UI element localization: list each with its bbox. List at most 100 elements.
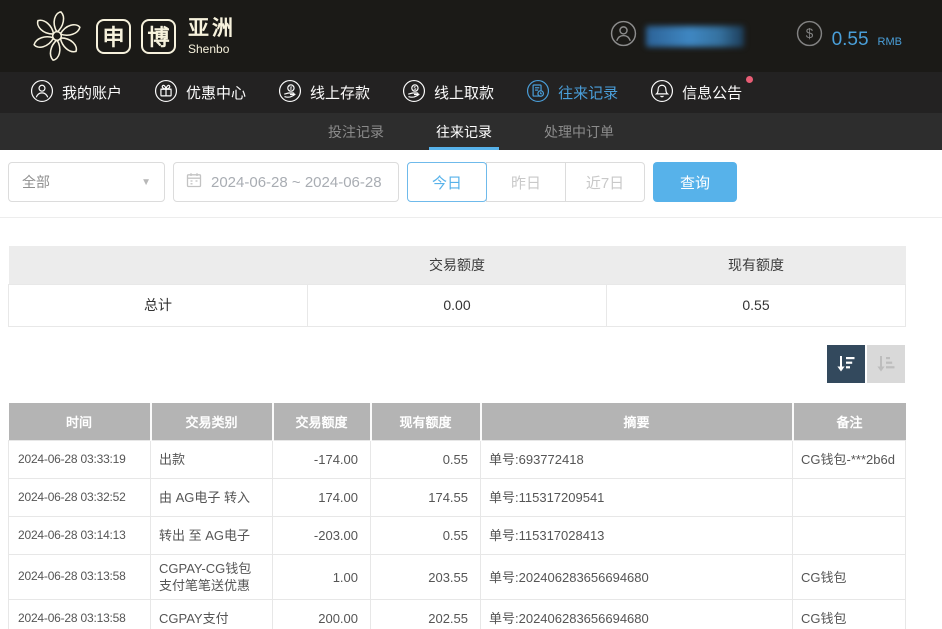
table-row: 2024-06-28 03:13:58 CGPAY支付 200.00 202.5… bbox=[9, 600, 906, 629]
summary-col-trade: 交易额度 bbox=[308, 246, 607, 284]
type-select-value: 全部 bbox=[22, 172, 50, 192]
gift-icon bbox=[154, 79, 178, 107]
cell-type: 转出 至 AG电子 bbox=[151, 517, 273, 555]
nav-label: 信息公告 bbox=[682, 82, 742, 103]
search-button[interactable]: 查询 bbox=[653, 162, 737, 202]
nav-label: 线上取款 bbox=[434, 82, 494, 103]
quick-range-group: 今日 昨日 近7日 bbox=[407, 162, 645, 202]
col-amount[interactable]: 交易额度 bbox=[273, 403, 371, 441]
col-remark[interactable]: 备注 bbox=[793, 403, 906, 441]
nav-label: 往来记录 bbox=[558, 82, 618, 103]
nav-item-promotions[interactable]: 优惠中心 bbox=[154, 79, 246, 107]
nav-item-transaction-records[interactable]: 往来记录 bbox=[526, 79, 618, 107]
brand-char-2: 博 bbox=[141, 19, 176, 54]
summary-col-balance: 现有额度 bbox=[607, 246, 906, 284]
nav-item-my-account[interactable]: 我的账户 bbox=[30, 79, 122, 107]
svg-text:$: $ bbox=[414, 85, 417, 91]
notification-badge-dot bbox=[746, 76, 753, 83]
brand-region: 亚洲 bbox=[188, 18, 236, 39]
cell-amount: -174.00 bbox=[273, 441, 371, 479]
cell-balance: 0.55 bbox=[371, 441, 481, 479]
col-balance[interactable]: 现有额度 bbox=[371, 403, 481, 441]
chevron-down-icon: ▼ bbox=[141, 177, 151, 188]
nav-label: 我的账户 bbox=[62, 82, 122, 103]
records-table: 时间 交易类别 交易额度 现有额度 摘要 备注 2024-06-28 03:33… bbox=[8, 403, 906, 629]
brand-latin: Shenbo bbox=[188, 43, 236, 55]
cell-balance: 0.55 bbox=[371, 517, 481, 555]
svg-text:¥: ¥ bbox=[290, 85, 293, 91]
balance-display[interactable]: $ 0.55 RMB bbox=[796, 20, 902, 52]
cell-type: CGPAY-CG钱包支付笔笔送优惠 bbox=[151, 555, 273, 600]
username-redacted bbox=[646, 26, 744, 47]
today-button[interactable]: 今日 bbox=[407, 162, 487, 202]
summary-header-row: 交易额度 现有额度 bbox=[9, 246, 906, 284]
account-person-icon bbox=[30, 79, 54, 107]
summary-total-row: 总计 0.00 0.55 bbox=[9, 284, 906, 326]
table-row: 2024-06-28 03:32:52 由 AG电子 转入 174.00 174… bbox=[9, 479, 906, 517]
sort-descending-button[interactable] bbox=[827, 345, 865, 383]
subtab-bar: 投注记录 往来记录 处理中订单 bbox=[0, 113, 942, 150]
sort-ascending-button[interactable] bbox=[867, 345, 905, 383]
user-avatar-icon bbox=[610, 20, 637, 52]
brand-logo[interactable]: 申 博 亚洲 Shenbo bbox=[28, 7, 236, 65]
cell-time: 2024-06-28 03:32:52 bbox=[9, 479, 151, 517]
cell-time: 2024-06-28 03:13:58 bbox=[9, 600, 151, 629]
summary-trade-value: 0.00 bbox=[308, 284, 607, 326]
cell-summary: 单号:115317209541 bbox=[481, 479, 793, 517]
nav-label: 线上存款 bbox=[310, 82, 370, 103]
table-row: 2024-06-28 03:33:19 出款 -174.00 0.55 单号:6… bbox=[9, 441, 906, 479]
cell-amount: 174.00 bbox=[273, 479, 371, 517]
date-range-input[interactable]: 2024-06-28 ~ 2024-06-28 bbox=[173, 162, 399, 202]
cell-summary: 单号:202406283656694680 bbox=[481, 600, 793, 629]
cell-remark bbox=[793, 479, 906, 517]
bell-icon bbox=[650, 79, 674, 107]
cell-summary: 单号:202406283656694680 bbox=[481, 555, 793, 600]
cell-time: 2024-06-28 03:33:19 bbox=[9, 441, 151, 479]
col-summary[interactable]: 摘要 bbox=[481, 403, 793, 441]
summary-balance-value: 0.55 bbox=[607, 284, 906, 326]
records-clipboard-icon bbox=[526, 79, 550, 107]
withdraw-hand-coin-icon: $ bbox=[402, 79, 426, 107]
nav-label: 优惠中心 bbox=[186, 82, 246, 103]
cell-summary: 单号:115317028413 bbox=[481, 517, 793, 555]
user-account-chip[interactable] bbox=[610, 20, 744, 52]
cell-summary: 单号:693772418 bbox=[481, 441, 793, 479]
summary-total-label: 总计 bbox=[9, 284, 308, 326]
nav-item-withdraw[interactable]: $ 线上取款 bbox=[402, 79, 494, 107]
brand-char-1: 申 bbox=[96, 19, 131, 54]
yesterday-button[interactable]: 昨日 bbox=[486, 162, 566, 202]
main-nav: 我的账户 优惠中心 ¥ 线上存款 bbox=[0, 72, 942, 113]
cell-amount: 200.00 bbox=[273, 600, 371, 629]
type-select[interactable]: 全部 ▼ bbox=[8, 162, 165, 202]
summary-table: 交易额度 现有额度 总计 0.00 0.55 bbox=[8, 246, 906, 327]
table-row: 2024-06-28 03:13:58 CGPAY-CG钱包支付笔笔送优惠 1.… bbox=[9, 555, 906, 600]
cell-time: 2024-06-28 03:14:13 bbox=[9, 517, 151, 555]
cell-remark: CG钱包 bbox=[793, 555, 906, 600]
records-header-row: 时间 交易类别 交易额度 现有额度 摘要 备注 bbox=[9, 403, 906, 441]
tab-bet-records[interactable]: 投注记录 bbox=[325, 113, 387, 150]
tab-pending-orders[interactable]: 处理中订单 bbox=[541, 113, 617, 150]
cell-type: 出款 bbox=[151, 441, 273, 479]
col-time[interactable]: 时间 bbox=[9, 403, 151, 441]
nav-item-deposit[interactable]: ¥ 线上存款 bbox=[278, 79, 370, 107]
cell-balance: 203.55 bbox=[371, 555, 481, 600]
sort-asc-icon bbox=[875, 353, 897, 375]
cell-type: CGPAY支付 bbox=[151, 600, 273, 629]
deposit-hand-coin-icon: ¥ bbox=[278, 79, 302, 107]
cell-amount: -203.00 bbox=[273, 517, 371, 555]
cell-remark: CG钱包 bbox=[793, 600, 906, 629]
col-type[interactable]: 交易类别 bbox=[151, 403, 273, 441]
sort-desc-icon bbox=[835, 353, 857, 375]
flower-logo-icon bbox=[28, 7, 86, 65]
sort-controls bbox=[8, 345, 905, 383]
top-header: 申 博 亚洲 Shenbo $ 0.55 bbox=[0, 0, 942, 72]
cell-remark bbox=[793, 517, 906, 555]
last7days-button[interactable]: 近7日 bbox=[565, 162, 645, 202]
coin-dollar-icon: $ bbox=[796, 20, 823, 52]
summary-col-empty bbox=[9, 246, 308, 284]
cell-amount: 1.00 bbox=[273, 555, 371, 600]
cell-balance: 202.55 bbox=[371, 600, 481, 629]
nav-item-announcements[interactable]: 信息公告 bbox=[650, 79, 742, 107]
cell-time: 2024-06-28 03:13:58 bbox=[9, 555, 151, 600]
tab-transaction-records[interactable]: 往来记录 bbox=[433, 113, 495, 150]
